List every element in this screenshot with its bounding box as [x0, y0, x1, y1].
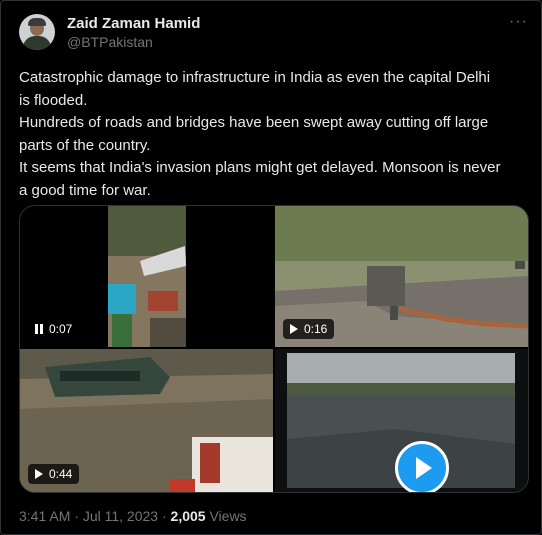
video-duration-badge: 0:07	[28, 319, 80, 339]
tweet-text: Catastrophic damage to infrastructure in…	[19, 67, 524, 202]
author-name[interactable]: Zaid Zaman Hamid	[67, 15, 200, 32]
tweet-line: Catastrophic damage to infrastructure in…	[19, 69, 491, 86]
play-button[interactable]	[395, 441, 449, 492]
tweet-line: a good time for war.	[19, 181, 151, 199]
play-icon[interactable]	[290, 324, 298, 334]
meta-separator: ·	[161, 508, 167, 524]
more-options-icon[interactable]: ···	[509, 13, 528, 31]
video-tile-3[interactable]: 0:44	[20, 349, 273, 492]
tweet-line: parts of the country.	[19, 136, 151, 154]
video-tile-4[interactable]	[275, 349, 528, 492]
author-handle[interactable]: @BTPakistan	[67, 34, 153, 50]
video-duration: 0:07	[49, 322, 73, 336]
video-duration: 0:44	[49, 467, 73, 481]
video-duration-badge: 0:44	[28, 464, 80, 484]
video-duration-badge: 0:16	[283, 319, 335, 339]
avatar-shoulders	[23, 36, 51, 50]
tweet-time[interactable]: 3:41 AM	[19, 508, 70, 524]
tweet-line: It seems that India's invasion plans mig…	[19, 159, 501, 176]
play-icon	[416, 457, 432, 479]
meta-separator: ·	[74, 508, 79, 524]
tweet-date[interactable]: Jul 11, 2023	[83, 508, 158, 524]
views-label: Views	[209, 508, 247, 524]
avatar-cap	[28, 18, 46, 26]
tweet-card[interactable]: Zaid Zaman Hamid @BTPakistan ··· Catastr…	[0, 0, 542, 535]
play-icon[interactable]	[35, 469, 43, 479]
video-tile-1[interactable]: 0:07	[20, 206, 273, 347]
views-count: 2,005	[170, 508, 206, 524]
tweet-meta: 3:41 AM · Jul 11, 2023 · 2,005 Views	[19, 508, 247, 524]
media-grid: 0:07 0:16 0:44	[19, 205, 529, 493]
video-tile-2[interactable]: 0:16	[275, 206, 528, 347]
tweet-line: is flooded.	[19, 91, 88, 109]
tweet-line: Hundreds of roads and bridges have been …	[19, 114, 489, 131]
pause-icon[interactable]	[35, 324, 43, 334]
avatar[interactable]	[19, 14, 55, 50]
video-duration: 0:16	[304, 322, 328, 336]
